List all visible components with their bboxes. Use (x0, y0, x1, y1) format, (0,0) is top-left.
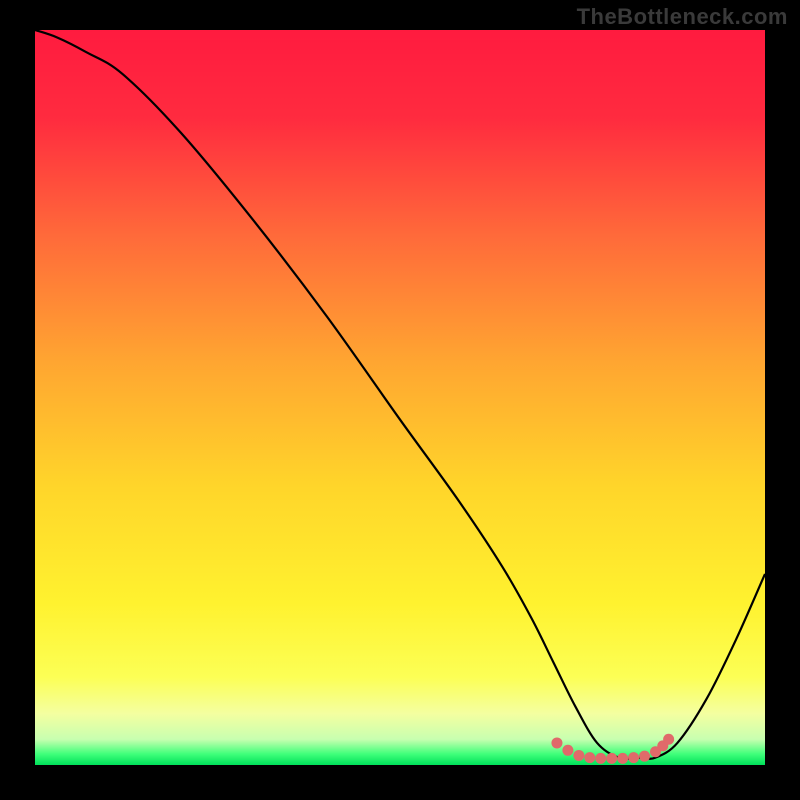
marker-dot (584, 752, 595, 763)
chart-frame: TheBottleneck.com (0, 0, 800, 800)
marker-dot (663, 734, 674, 745)
gradient-background (35, 30, 765, 765)
marker-dot (573, 750, 584, 761)
marker-dot (628, 752, 639, 763)
marker-dot (606, 753, 617, 764)
bottleneck-chart (0, 0, 800, 800)
marker-dot (639, 751, 650, 762)
marker-dot (562, 745, 573, 756)
marker-dot (617, 753, 628, 764)
watermark-text: TheBottleneck.com (577, 4, 788, 30)
marker-dot (595, 753, 606, 764)
marker-dot (551, 737, 562, 748)
